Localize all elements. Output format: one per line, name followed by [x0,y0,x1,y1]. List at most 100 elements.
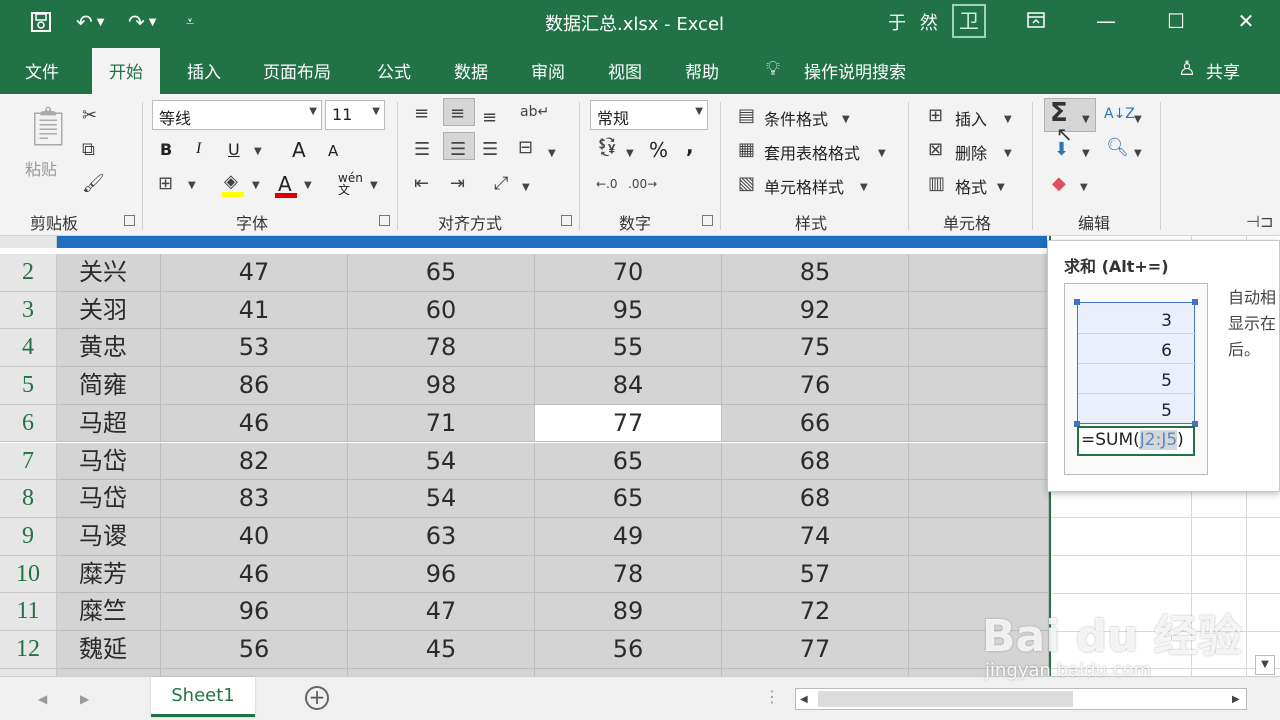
score-cell[interactable]: 95 [535,291,722,330]
comma-button[interactable]: , [686,134,694,158]
alignment-launcher-icon[interactable] [561,215,572,226]
horizontal-scrollbar[interactable]: ◀ ▶ [795,688,1247,710]
tab-review[interactable]: 审阅 [531,58,565,83]
chevron-down-icon[interactable]: ▼ [1004,110,1012,130]
user-name[interactable]: 于 然 [888,9,942,35]
copy-icon[interactable]: ⧉ [82,140,95,160]
grow-font-button[interactable]: A [292,138,306,162]
name-cell[interactable]: 马超 [57,404,161,443]
conditional-formatting-button[interactable]: 条件格式 [764,106,828,130]
total-cell[interactable] [909,480,1049,518]
score-cell[interactable]: 65 [535,442,722,481]
shrink-font-button[interactable]: A [328,142,338,160]
tab-home[interactable]: 开始 [92,48,160,94]
name-cell[interactable]: 马谡 [57,517,161,556]
number-launcher-icon[interactable] [702,215,713,226]
total-cell[interactable] [909,555,1049,594]
score-cell[interactable]: 46 [161,555,348,594]
add-sheet-button[interactable]: + [305,686,329,710]
orientation-icon[interactable]: ⤢ [494,174,508,194]
name-cell[interactable]: 简雍 [57,367,161,405]
paste-icon[interactable]: 📋︎ [24,106,72,146]
merge-center-icon[interactable]: ⊟ [518,138,533,158]
score-cell[interactable]: 65 [535,480,722,518]
score-cell[interactable]: 68 [722,480,909,518]
total-cell[interactable] [909,517,1049,556]
name-cell[interactable]: 魏延 [57,631,161,669]
score-cell[interactable]: 46 [161,404,348,443]
score-cell[interactable]: 55 [535,329,722,368]
cut-icon[interactable]: ✂ [82,106,97,126]
find-select-icon[interactable]: 🔍︎ [1106,138,1129,158]
paste-label[interactable]: 粘贴 [25,156,57,180]
score-cell[interactable]: 49 [535,517,722,556]
score-cell[interactable]: 54 [348,480,535,518]
tab-help[interactable]: 帮助 [685,58,719,83]
chevron-down-icon[interactable]: ▼ [188,176,196,196]
percent-button[interactable]: % [649,138,668,162]
customize-quick-access-icon[interactable]: ⩡ [186,8,194,36]
row-header[interactable]: 4 [0,329,57,368]
sort-filter-icon[interactable]: A↓Z [1104,104,1135,124]
chevron-down-icon[interactable]: ▼ [842,110,850,130]
chevron-down-icon[interactable]: ▼ [1134,144,1142,164]
font-size-combo[interactable]: 11 ▼ [325,100,385,130]
score-cell[interactable]: 84 [535,367,722,405]
total-cell[interactable] [909,291,1049,330]
font-name-combo[interactable]: 等线 ▼ [152,100,322,130]
ribbon-display-options-icon[interactable] [1016,6,1056,36]
increase-decimal-icon[interactable]: ←.0 [596,174,618,194]
row-header[interactable]: 7 [0,442,57,481]
currency-icon[interactable]: 💱︎ [596,138,619,158]
score-cell[interactable]: 74 [722,517,909,556]
scroll-thumb[interactable] [818,691,1073,707]
chevron-down-icon[interactable]: ▼ [548,144,556,164]
next-sheet-icon[interactable]: ▶ [80,689,89,709]
row-header[interactable]: 3 [0,291,57,330]
chevron-down-icon[interactable]: ▼ [878,144,886,164]
chevron-down-icon[interactable]: ▼ [1082,144,1090,164]
align-right-icon[interactable]: ☰ [482,140,498,160]
chevron-down-icon[interactable]: ▼ [1004,144,1012,164]
score-cell[interactable]: 92 [722,291,909,330]
chevron-down-icon[interactable]: ▼ [370,176,378,196]
row-header[interactable]: 5 [0,367,57,405]
total-cell[interactable] [909,329,1049,368]
chevron-down-icon[interactable]: ▼ [1080,178,1088,198]
score-cell[interactable]: 47 [161,254,348,292]
score-cell[interactable]: 41 [161,291,348,330]
bold-button[interactable]: B [160,140,172,159]
insert-cells-button[interactable]: 插入 [955,106,987,130]
format-cells-button[interactable]: 格式 [955,174,987,198]
save-icon[interactable] [30,8,52,36]
score-cell[interactable]: 76 [722,367,909,405]
score-cell[interactable]: 45 [348,631,535,669]
fill-down-icon[interactable]: ⬇ [1054,140,1069,160]
undo-icon[interactable]: ↶ ▼ [76,8,104,36]
minimize-icon[interactable]: — [1086,6,1126,36]
number-format-combo[interactable]: 常规 ▼ [590,100,708,130]
chevron-down-icon[interactable]: ▼ [997,178,1005,198]
chevron-down-icon[interactable]: ▼ [1082,110,1090,130]
score-cell[interactable]: 77 [535,404,722,443]
score-cell[interactable]: 56 [161,631,348,669]
format-painter-icon[interactable]: 🖌︎ [82,174,105,194]
total-cell[interactable] [909,367,1049,405]
prev-sheet-icon[interactable]: ◀ [38,689,47,709]
tab-page-layout[interactable]: 页面布局 [263,58,331,83]
score-cell[interactable]: 83 [161,480,348,518]
share-button[interactable]: 共享 [1206,58,1240,83]
underline-button[interactable]: U [228,140,240,159]
chevron-down-icon[interactable]: ▼ [304,176,312,196]
decrease-decimal-icon[interactable]: .00→ [628,174,657,194]
format-as-table-button[interactable]: 套用表格格式 [764,140,860,164]
name-cell[interactable]: 关兴 [57,254,161,292]
row-header[interactable]: 10 [0,555,57,594]
sheet-tab-sheet1[interactable]: Sheet1 [151,677,255,717]
total-cell[interactable] [909,404,1049,443]
tab-split-handle[interactable]: ⋮ [764,687,780,707]
score-cell[interactable]: 60 [348,291,535,330]
score-cell[interactable]: 85 [722,254,909,292]
name-cell[interactable]: 糜芳 [57,555,161,594]
name-cell[interactable]: 马岱 [57,480,161,518]
